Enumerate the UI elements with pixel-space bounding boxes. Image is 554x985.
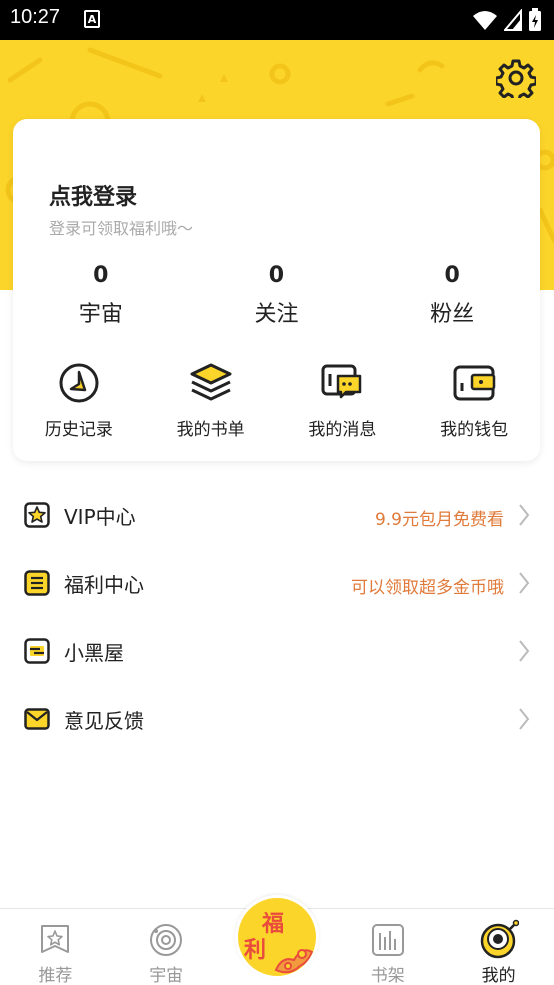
tab-recommend[interactable]: 推荐 <box>0 909 111 985</box>
vip-star-icon <box>24 502 50 528</box>
welfare-text-2: 利 <box>244 938 267 963</box>
chat-icon <box>321 364 362 399</box>
menu-item-feedback[interactable]: 意见反馈 <box>0 685 554 753</box>
menu-label: 意见反馈 <box>64 709 144 733</box>
tab-label: 我的 <box>481 966 516 985</box>
list-icon <box>24 570 50 596</box>
stat-value: 0 <box>444 263 460 288</box>
wallet-button[interactable]: 我的钱包 <box>408 361 540 440</box>
planet-icon <box>150 924 183 956</box>
booklist-button[interactable]: 我的书单 <box>145 361 277 440</box>
stat-value: 0 <box>93 263 109 288</box>
menu-label: 福利中心 <box>64 573 144 597</box>
status-time: 10:27 <box>10 6 61 28</box>
stat-fans[interactable]: 0 粉丝 <box>364 263 540 328</box>
menu-item-vip[interactable]: VIP中心 9.9元包月免费看 <box>0 481 554 549</box>
stat-universe[interactable]: 0 宇宙 <box>13 263 189 328</box>
tab-label: 推荐 <box>38 966 73 985</box>
wallet-label: 我的钱包 <box>440 420 509 440</box>
menu-label: 小黑屋 <box>64 641 124 665</box>
status-bar: 10:27 A <box>0 0 554 40</box>
messages-button[interactable]: 我的消息 <box>277 361 409 440</box>
history-label: 历史记录 <box>44 420 113 440</box>
notification-icon: A <box>84 10 100 28</box>
stat-value: 0 <box>268 263 285 288</box>
menu-label: VIP中心 <box>64 505 136 529</box>
layers-icon <box>190 363 232 401</box>
wallet-icon <box>453 365 496 401</box>
recommend-icon <box>41 925 70 953</box>
tab-label: 书架 <box>370 966 405 985</box>
clock-icon <box>59 363 99 403</box>
tab-bookshelf[interactable]: 书架 <box>332 909 443 985</box>
history-button[interactable]: 历史记录 <box>13 361 145 440</box>
welfare-center-button[interactable]: 福 利 <box>235 895 319 979</box>
login-title[interactable]: 点我登录 <box>49 179 137 211</box>
stats-row: 0 宇宙 0 关注 0 粉丝 <box>13 263 540 328</box>
menu-note: 可以领取超多金币哦 <box>351 578 504 598</box>
stat-label: 关注 <box>254 302 299 327</box>
messages-label: 我的消息 <box>308 420 377 440</box>
profile-icon <box>480 919 519 959</box>
chevron-right-icon <box>519 504 530 526</box>
chevron-right-icon <box>519 640 530 662</box>
stat-following[interactable]: 0 关注 <box>189 263 365 328</box>
menu-note: 9.9元包月免费看 <box>374 510 504 530</box>
gear-icon[interactable] <box>496 58 536 98</box>
tab-profile[interactable]: 我的 <box>443 909 554 985</box>
tab-universe[interactable]: 宇宙 <box>111 909 222 985</box>
signal-icon <box>504 9 522 31</box>
wifi-icon <box>473 11 497 30</box>
menu-item-blackroom[interactable]: 小黑屋 <box>0 617 554 685</box>
menu-item-welfare[interactable]: 福利中心 可以领取超多金币哦 <box>0 549 554 617</box>
welfare-decoration <box>274 949 314 974</box>
bookshelf-icon <box>371 924 404 956</box>
stat-label: 宇宙 <box>78 302 123 327</box>
booklist-label: 我的书单 <box>176 420 245 440</box>
stat-label: 粉丝 <box>430 302 475 327</box>
envelope-icon <box>24 708 50 730</box>
status-icons <box>472 6 542 34</box>
chevron-right-icon <box>519 572 530 594</box>
chevron-right-icon <box>519 708 530 730</box>
login-subtitle[interactable]: 登录可领取福利哦～ <box>49 215 193 239</box>
battery-icon <box>529 8 541 31</box>
menu-list: VIP中心 9.9元包月免费看 福利中心 可以领取超多金币哦 小黑屋 意见反馈 <box>0 481 554 753</box>
profile-card: 点我登录 登录可领取福利哦～ 0 宇宙 0 关注 0 粉丝 历史记录 我的书单 … <box>13 119 540 461</box>
blackroom-icon <box>24 638 50 664</box>
tab-label: 宇宙 <box>149 966 184 985</box>
quick-actions: 历史记录 我的书单 我的消息 我的钱包 <box>13 361 540 440</box>
